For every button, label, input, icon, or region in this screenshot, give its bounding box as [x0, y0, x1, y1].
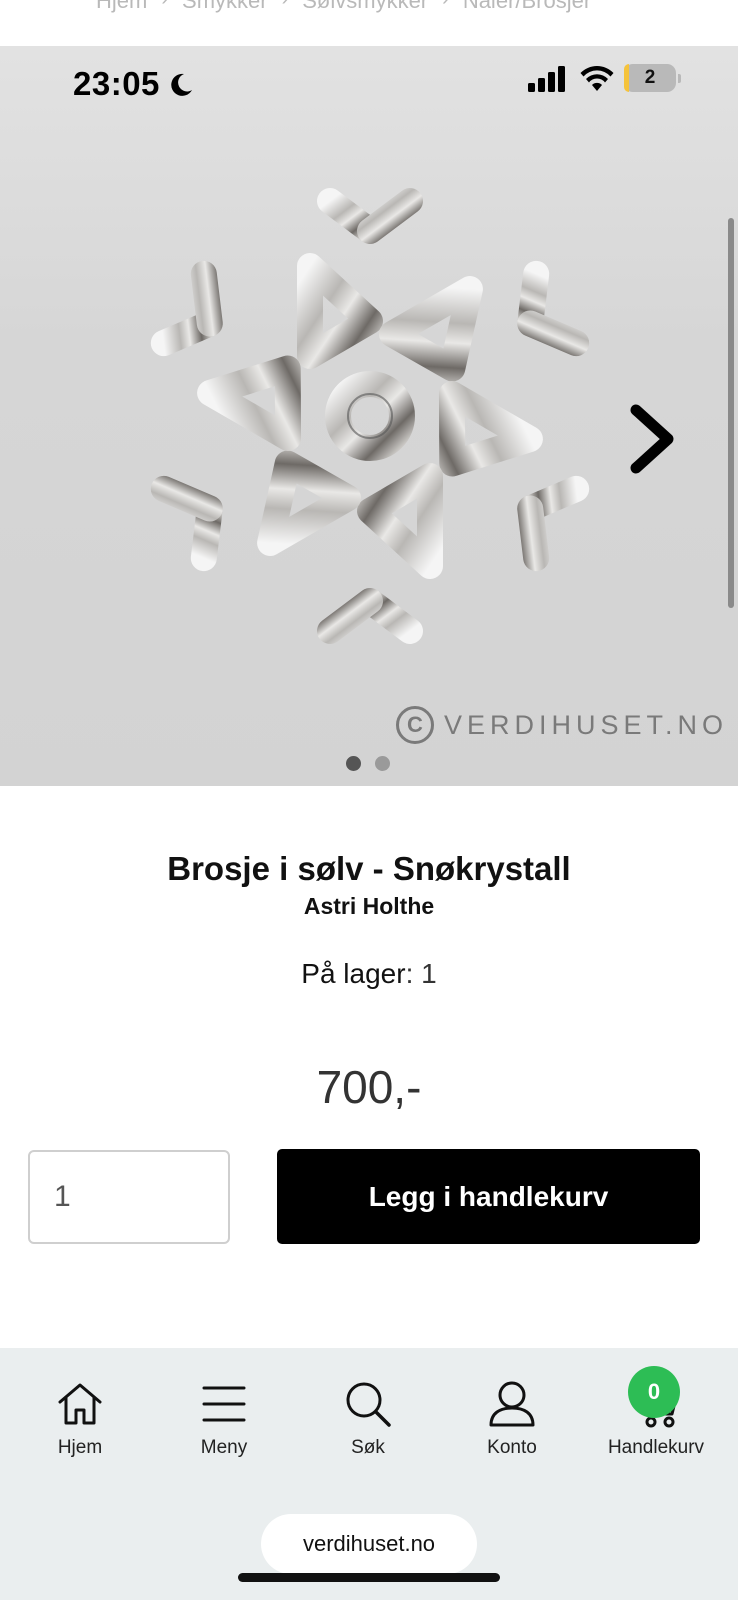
breadcrumb-item-brooches[interactable]: Nåler/Brosjer	[463, 0, 591, 14]
nav-label-search: Søk	[351, 1437, 385, 1458]
quantity-input[interactable]	[28, 1150, 230, 1244]
status-time: 23:05	[73, 65, 160, 102]
nav-item-cart[interactable]: 0 Handlekurv	[584, 1348, 728, 1459]
nav-item-account[interactable]: Konto	[440, 1348, 584, 1459]
cart-count-badge: 0	[628, 1366, 680, 1418]
nav-item-home[interactable]: Hjem	[8, 1348, 152, 1459]
search-icon	[346, 1382, 391, 1427]
nav-label-home: Hjem	[57, 1437, 103, 1458]
breadcrumb-item-home[interactable]: Hjem	[96, 0, 147, 14]
nav-label-account: Konto	[487, 1437, 537, 1458]
product-gallery[interactable]: 23:05 2 C VERDIHUSET.NO	[0, 46, 738, 786]
moon-icon	[171, 73, 192, 96]
status-bar: 23:05 2	[0, 46, 738, 106]
breadcrumb-item-silver-jewelry[interactable]: Sølvsmykker	[302, 0, 428, 14]
breadcrumb: Hjem › Smykker › Sølvsmykker › Nåler/Bro…	[0, 0, 738, 46]
gallery-pagination	[346, 756, 390, 771]
product-brand: Astri Holthe	[303, 893, 435, 919]
product-price: 700,-	[316, 1061, 422, 1113]
breadcrumb-item-jewelry[interactable]: Smykker	[182, 0, 268, 14]
chevron-right-icon[interactable]	[630, 404, 680, 474]
pagination-dot[interactable]	[375, 756, 390, 771]
wifi-icon	[580, 66, 614, 91]
breadcrumb-separator: ›	[282, 0, 289, 11]
nav-item-search[interactable]: Søk	[296, 1348, 440, 1459]
stock-label: På lager	[301, 958, 406, 989]
home-icon	[58, 1383, 102, 1425]
browser-url-bar[interactable]: verdihuset.no	[261, 1514, 477, 1574]
product-image-snowflake-brooch	[140, 178, 600, 666]
breadcrumb-separator: ›	[161, 0, 168, 11]
breadcrumb-separator: ›	[442, 0, 449, 11]
user-icon	[489, 1381, 535, 1427]
nav-label-menu: Meny	[200, 1437, 248, 1458]
nav-label-cart: Handlekurv	[607, 1437, 705, 1458]
pagination-dot-active[interactable]	[346, 756, 361, 771]
add-to-cart-button[interactable]: Legg i handlekurv	[277, 1149, 700, 1244]
stock-value: : 1	[405, 958, 437, 989]
home-indicator[interactable]	[238, 1573, 500, 1582]
watermark: C VERDIHUSET.NO	[396, 706, 728, 744]
battery-level: 2	[644, 67, 656, 88]
battery-indicator: 2	[624, 64, 681, 92]
stock-status: På lager: 1	[0, 958, 738, 990]
scrollbar[interactable]	[728, 218, 734, 608]
copyright-icon: C	[396, 706, 434, 744]
nav-item-menu[interactable]: Meny	[152, 1348, 296, 1459]
cellular-signal-icon	[528, 66, 565, 92]
menu-icon	[202, 1386, 246, 1422]
watermark-text: VERDIHUSET.NO	[444, 709, 729, 740]
product-title: Brosje i sølv - Snøkrystall	[167, 850, 571, 887]
